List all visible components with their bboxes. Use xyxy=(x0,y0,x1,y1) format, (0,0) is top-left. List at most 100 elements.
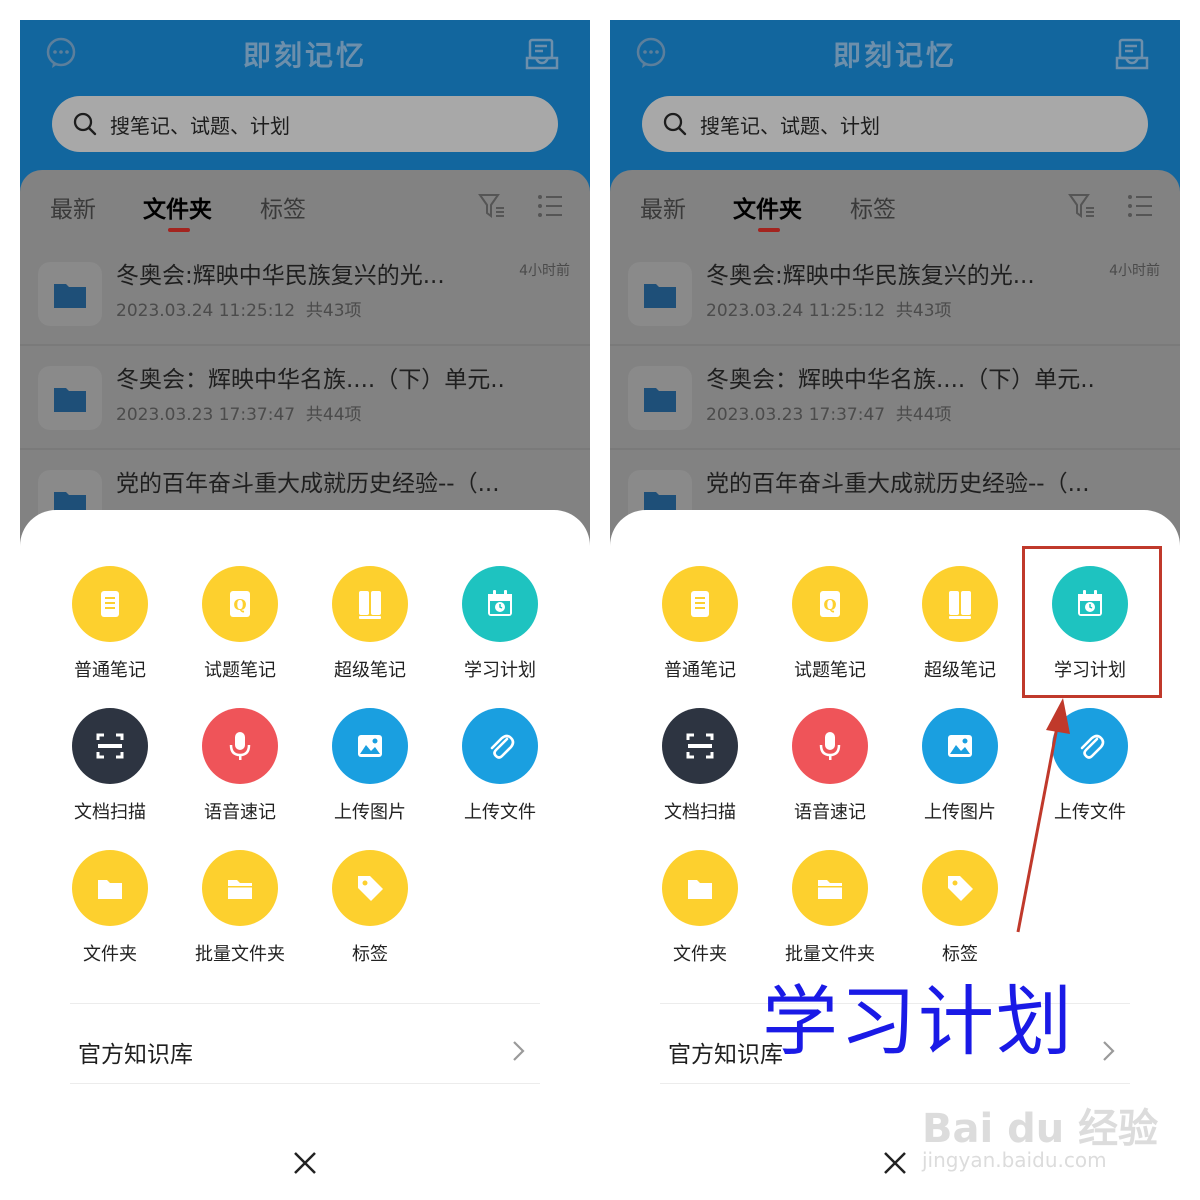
menu-item-label: 超级笔记 xyxy=(334,660,406,681)
menu-item-folder[interactable]: 文件夹 xyxy=(50,850,170,980)
annotation-text: 学习计划 xyxy=(762,977,1074,1066)
image-icon xyxy=(948,735,972,757)
menu-item-question-note[interactable]: Q 试题笔记 xyxy=(180,566,300,696)
folder-time: 4小时前 xyxy=(1109,263,1160,279)
list-view-icon[interactable] xyxy=(536,192,564,220)
tab-2[interactable]: 标签 xyxy=(260,190,306,224)
folder-meta: 2023.03.24 11:25:12 共43项 xyxy=(116,296,362,321)
menu-item-label: 批量文件夹 xyxy=(195,944,285,965)
folder-meta: 2023.03.23 17:37:47 共44项 xyxy=(116,400,362,425)
menu-item-folder[interactable]: 文件夹 xyxy=(640,850,760,980)
batch-folder-icon xyxy=(818,880,842,899)
menu-item-label: 普通笔记 xyxy=(74,660,146,681)
menu-item-label: 试题笔记 xyxy=(794,660,866,681)
menu-icon-circle xyxy=(662,708,738,784)
menu-icon-circle xyxy=(462,708,538,784)
list-view-icon[interactable] xyxy=(1126,192,1154,220)
tab-0[interactable]: 最新 xyxy=(640,190,686,224)
menu-item-label: 语音速记 xyxy=(204,802,276,823)
book-icon xyxy=(949,591,971,619)
inbox-icon[interactable] xyxy=(1114,36,1150,72)
folder-date: 2023.03.24 11:25:12 xyxy=(116,301,296,321)
menu-item-scan[interactable]: 文档扫描 xyxy=(50,708,170,838)
app-title: 即刻记忆 xyxy=(242,39,367,72)
folder-title: 党的百年奋斗重大成就历史经验--（... xyxy=(706,471,1090,497)
folder-title: 党的百年奋斗重大成就历史经验--（... xyxy=(116,471,500,497)
tag-icon xyxy=(948,876,973,901)
folder-time: 4小时前 xyxy=(519,263,570,279)
menu-item-microphone[interactable]: 语音速记 xyxy=(770,708,890,838)
menu-item-note[interactable]: 普通笔记 xyxy=(640,566,760,696)
phone-screen-left: 即刻记忆 搜笔记、试题、计划 最新 文件夹 标签 冬奥会:辉映中华民族复兴的光... 202… xyxy=(20,20,590,1200)
folder-count: 共44项 xyxy=(305,405,362,425)
search-bar[interactable]: 搜笔记、试题、计划 xyxy=(52,96,558,152)
menu-item-question-note[interactable]: Q 试题笔记 xyxy=(770,566,890,696)
image-icon xyxy=(358,735,382,757)
app-title: 即刻记忆 xyxy=(832,39,957,72)
close-icon[interactable] xyxy=(292,1150,318,1176)
scan-icon xyxy=(96,733,124,759)
note-icon xyxy=(101,591,119,617)
menu-item-label: 上传文件 xyxy=(464,802,536,823)
folder-icon xyxy=(54,388,86,412)
menu-item-book[interactable]: 超级笔记 xyxy=(310,566,430,696)
menu-icon-circle xyxy=(72,850,148,926)
menu-item-label: 上传图片 xyxy=(924,802,996,823)
note-icon xyxy=(691,591,709,617)
watermark-url: jingyan.baidu.com xyxy=(922,1148,1107,1172)
search-bar[interactable]: 搜笔记、试题、计划 xyxy=(642,96,1148,152)
menu-item-paperclip[interactable]: 上传文件 xyxy=(440,708,560,838)
folder-date: 2023.03.23 17:37:47 xyxy=(706,405,886,425)
tab-bar: 最新 文件夹 标签 xyxy=(20,170,590,240)
folder-row[interactable]: 冬奥会:辉映中华民族复兴的光... 2023.03.24 11:25:12 共43… xyxy=(610,242,1180,342)
menu-icon-circle xyxy=(662,566,738,642)
menu-icon-circle xyxy=(462,566,538,642)
tab-1[interactable]: 文件夹 xyxy=(143,190,212,224)
create-menu-sheet: 普通笔记 Q 试题笔记 超级笔记 学习计划文档扫描 语音速记 上传图片 上传文件文件夹 批量文件… xyxy=(20,510,590,1200)
menu-item-book[interactable]: 超级笔记 xyxy=(900,566,1020,696)
tab-1[interactable]: 文件夹 xyxy=(733,190,802,224)
divider xyxy=(660,1083,1130,1084)
tab-2[interactable]: 标签 xyxy=(850,190,896,224)
menu-icon-circle: Q xyxy=(792,566,868,642)
menu-item-calendar[interactable]: 学习计划 xyxy=(440,566,560,696)
menu-item-label: 上传文件 xyxy=(1054,802,1126,823)
filter-icon[interactable] xyxy=(478,192,506,220)
folder-row[interactable]: 冬奥会：辉映中华名族....（下）单元... 2023.03.23 17:37:4… xyxy=(610,346,1180,446)
menu-item-microphone[interactable]: 语音速记 xyxy=(180,708,300,838)
folder-row[interactable]: 冬奥会:辉映中华民族复兴的光... 2023.03.24 11:25:12 共43… xyxy=(20,242,590,342)
paperclip-icon xyxy=(490,734,515,759)
question-note-icon: Q xyxy=(230,591,250,617)
folder-count: 共44项 xyxy=(895,405,952,425)
close-icon[interactable] xyxy=(882,1150,908,1176)
microphone-icon xyxy=(229,732,251,760)
menu-item-tag[interactable]: 标签 xyxy=(310,850,430,980)
folder-icon xyxy=(688,880,712,899)
folder-icon xyxy=(644,388,676,412)
menu-item-batch-folder[interactable]: 批量文件夹 xyxy=(180,850,300,980)
search-placeholder: 搜笔记、试题、计划 xyxy=(700,113,880,138)
scan-icon xyxy=(686,733,714,759)
inbox-icon[interactable] xyxy=(524,36,560,72)
folder-thumbnail xyxy=(628,262,692,326)
menu-item-image[interactable]: 上传图片 xyxy=(310,708,430,838)
knowledge-base-row[interactable]: 官方知识库 xyxy=(70,1015,540,1085)
folder-icon xyxy=(644,284,676,308)
folder-title: 冬奥会:辉映中华民族复兴的光... xyxy=(706,263,1035,289)
menu-item-scan[interactable]: 文档扫描 xyxy=(640,708,760,838)
divider xyxy=(70,1003,540,1004)
menu-item-label: 超级笔记 xyxy=(924,660,996,681)
folder-date: 2023.03.24 11:25:12 xyxy=(706,301,886,321)
menu-item-label: 文档扫描 xyxy=(664,802,736,823)
menu-item-image[interactable]: 上传图片 xyxy=(900,708,1020,838)
filter-icon[interactable] xyxy=(1068,192,1096,220)
menu-icon-circle xyxy=(662,850,738,926)
tab-0[interactable]: 最新 xyxy=(50,190,96,224)
menu-icon-circle xyxy=(202,850,278,926)
folder-row[interactable]: 冬奥会：辉映中华名族....（下）单元... 2023.03.23 17:37:4… xyxy=(20,346,590,446)
folder-date: 2023.03.23 17:37:47 xyxy=(116,405,296,425)
menu-item-paperclip[interactable]: 上传文件 xyxy=(1030,708,1150,838)
menu-item-note[interactable]: 普通笔记 xyxy=(50,566,170,696)
menu-icon-circle xyxy=(792,708,868,784)
folder-title: 冬奥会:辉映中华民族复兴的光... xyxy=(116,263,445,289)
